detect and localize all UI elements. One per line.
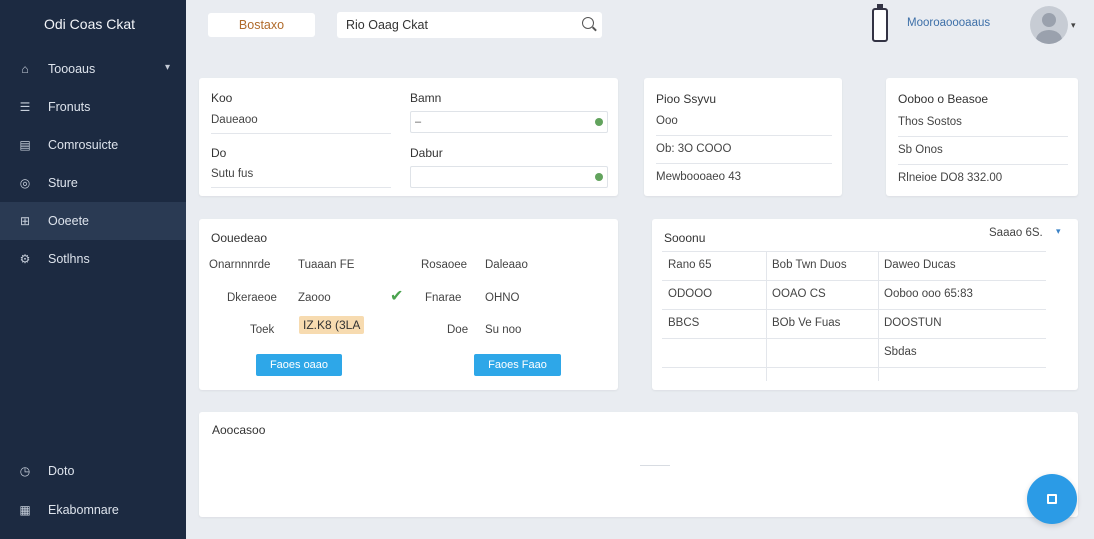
compare-value: Zaooo	[298, 292, 331, 304]
input-field[interactable]: –	[410, 111, 608, 133]
table-cell: Rano 65	[668, 259, 712, 271]
chevron-down-icon[interactable]: ▾	[1071, 20, 1076, 31]
sidebar-item-list[interactable]: ☰ Fronuts	[0, 88, 186, 126]
action-button-left[interactable]: Faoes oaao	[256, 354, 342, 376]
sidebar-item-label: Sotlhns	[48, 252, 90, 266]
action-button-right[interactable]: Faoes Faao	[474, 354, 561, 376]
sidebar-item-label: Sture	[48, 176, 78, 190]
summary-value: Ooo	[656, 115, 678, 127]
clock-icon: ◷	[19, 464, 31, 478]
field-value: Daueaoo	[211, 114, 258, 126]
summary-value: Mewboooaeo 43	[656, 171, 742, 183]
chevron-down-icon[interactable]: ▾	[1056, 226, 1061, 237]
table-cell: Daweo Ducas	[884, 259, 956, 271]
compare-label: Fnarae	[425, 292, 462, 304]
field-label: Koo	[211, 91, 233, 105]
compare-value: Daleaao	[485, 259, 528, 271]
sidebar-item-clock[interactable]: ◷ Doto	[0, 452, 186, 490]
compare-value: Tuaaan FE	[298, 259, 355, 271]
user-name[interactable]: Mooroaoooaaus	[907, 17, 990, 29]
table-card: Sooonu Saaao 6S. ▾ Rano 65 Bob Twn Duos …	[652, 219, 1078, 390]
device-icon	[872, 4, 888, 42]
sidebar-item-apps[interactable]: ▦ Ekabomnare	[0, 491, 186, 529]
floating-action-button[interactable]	[1027, 474, 1077, 524]
card-title: Ooboo o Beasoe	[898, 92, 989, 106]
globe-icon: ◎	[19, 176, 31, 190]
apps-icon: ▦	[19, 503, 31, 517]
detail-row: Thos Sostos	[898, 116, 962, 128]
detail-card: Ooboo o Beasoe Thos Sostos Sb Onos Rlnei…	[886, 78, 1078, 196]
form-card: Koo Daueaoo Bamn – Do Sutu fus Dabur	[199, 78, 618, 196]
compare-label: Rosaoee	[421, 259, 468, 271]
compare-label: Dkeraeoe	[227, 292, 277, 304]
chevron-down-icon: ▾	[164, 62, 170, 73]
check-icon: ✔	[390, 288, 404, 305]
sidebar-item-globe[interactable]: ◎ Sture	[0, 164, 186, 202]
compare-value: Su noo	[485, 324, 522, 336]
table-cell: ODOOO	[668, 288, 713, 300]
sidebar: Odi Coas Ckat ⌂ Toooaus ▾ ☰ Fronuts ▤ Co…	[0, 0, 186, 539]
grid-icon: ⊞	[19, 214, 31, 228]
calendar-icon: ▤	[19, 138, 31, 152]
field-label: Do	[211, 146, 227, 160]
card-title: Sooonu	[664, 231, 706, 245]
table-cell: BBCS	[668, 317, 700, 329]
avatar[interactable]	[1030, 6, 1068, 44]
table-cell: Bob Twn Duos	[772, 259, 847, 271]
sidebar-item-grid[interactable]: ⊞ Ooeete	[0, 202, 186, 240]
header-tag[interactable]: Bostaxo	[208, 13, 315, 37]
sidebar-item-label: Fronuts	[48, 100, 91, 114]
compare-label: Onarnnnrde	[209, 259, 271, 271]
compare-card: Oouedeao Onarnnnrde Tuaaan FE Rosaoee Da…	[199, 219, 618, 390]
status-dot	[595, 118, 603, 126]
highlight-value: IZ.K8 (3LA	[299, 316, 365, 334]
card-title: Aoocasoo	[212, 423, 266, 437]
sidebar-item-label: Ooeete	[48, 214, 90, 228]
search-input[interactable]: Rio Oaag Ckat	[337, 12, 602, 38]
list-icon: ☰	[19, 100, 31, 114]
detail-row: Rlneioe DO8 332.00	[898, 172, 1003, 184]
detail-row: Sb Onos	[898, 144, 943, 156]
field-label: Dabur	[410, 146, 443, 160]
table-cell-link[interactable]: Sbdas	[884, 346, 917, 358]
app-title: Odi Coas Ckat	[44, 16, 136, 32]
status-dot	[595, 173, 603, 181]
sidebar-item-settings[interactable]: ⚙ Sotlhns	[0, 240, 186, 278]
input-field[interactable]	[410, 166, 608, 188]
square-icon	[1047, 494, 1057, 504]
search-value: Rio Oaag Ckat	[346, 18, 428, 32]
table-cell: BOb Ve Fuas	[772, 317, 841, 329]
compare-label: Toek	[250, 324, 275, 336]
sidebar-item-home[interactable]: ⌂ Toooaus ▾	[0, 50, 186, 88]
sidebar-item-label: Toooaus	[48, 62, 96, 76]
compare-value: OHNO	[485, 292, 520, 304]
field-label: Bamn	[410, 91, 442, 105]
table-cell: OOAO CS	[772, 288, 826, 300]
summary-card: Pioo Ssyvu Ooo Ob: 3O COOO Mewboooaeo 43	[644, 78, 842, 196]
sidebar-item-calendar[interactable]: ▤ Comrosuicte	[0, 126, 186, 164]
field-value: Sutu fus	[211, 168, 254, 180]
gear-icon: ⚙	[19, 252, 31, 266]
sidebar-item-label: Doto	[48, 464, 75, 478]
sidebar-item-label: Ekabomnare	[48, 503, 119, 517]
card-title: Oouedeao	[211, 231, 268, 245]
table-cell: Ooboo ooo 65:83	[884, 288, 973, 300]
table-cell: DOOSTUN	[884, 317, 942, 329]
table-filter-dropdown[interactable]: Saaao 6S.	[989, 227, 1043, 239]
home-icon: ⌂	[21, 62, 29, 76]
bottom-card: Aoocasoo	[199, 412, 1078, 517]
summary-value: Ob: 3O COOO	[656, 143, 732, 155]
card-title: Pioo Ssyvu	[656, 92, 717, 106]
search-icon[interactable]	[582, 17, 594, 29]
placeholder-divider	[640, 465, 670, 466]
compare-label: Doe	[447, 324, 469, 336]
sidebar-item-label: Comrosuicte	[48, 138, 119, 152]
